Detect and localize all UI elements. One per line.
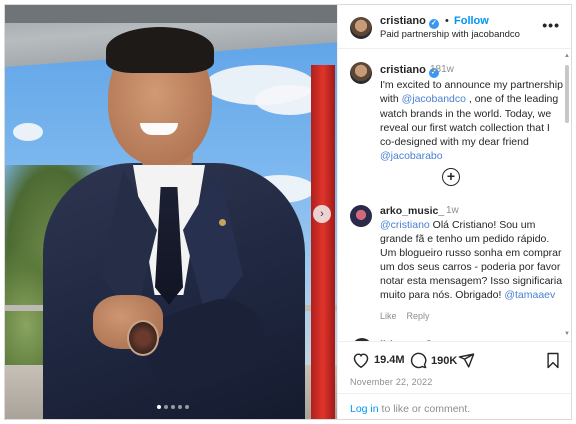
commenter-username[interactable]: arko_music_ — [380, 205, 444, 217]
carousel-dot — [157, 405, 161, 409]
scrollbar-thumb[interactable] — [565, 65, 569, 123]
cloud — [13, 123, 43, 141]
like-count[interactable]: 19.4M — [374, 354, 405, 366]
post-header: cristiano ✓ • Follow Paid partnership wit… — [338, 5, 571, 49]
verified-badge-icon: ✓ — [428, 19, 439, 29]
lapel-pin — [219, 219, 226, 226]
comment-timestamp[interactable]: 1w — [446, 205, 459, 216]
post-dialog: › cristiano ✓ • Follow Paid partnership w… — [4, 4, 572, 420]
login-prompt-suffix: to like or comment. — [378, 403, 471, 415]
like-comment-button[interactable]: Like — [380, 311, 397, 321]
smile — [140, 123, 178, 135]
mention-link[interactable]: @tamaaev — [504, 289, 555, 301]
post-photo[interactable]: › — [5, 5, 337, 419]
paid-partnership-label[interactable]: Paid partnership with jacobandco — [380, 29, 520, 40]
heart-icon[interactable] — [352, 352, 370, 368]
share-action — [458, 352, 475, 369]
login-prompt-text: Log in to like or comment. — [350, 403, 470, 415]
wristwatch — [127, 320, 159, 356]
carousel-dot — [171, 405, 175, 409]
like-action: 19.4M — [352, 352, 405, 368]
comment-actions: Like Reply — [380, 311, 430, 321]
post-details-panel: cristiano ✓ • Follow Paid partnership wit… — [337, 5, 571, 419]
chevron-right-icon: › — [320, 208, 324, 220]
login-link[interactable]: Log in — [350, 403, 379, 415]
mention-link[interactable]: @jacobarabo — [380, 150, 443, 162]
caption-author-avatar[interactable] — [350, 62, 372, 84]
comment-action: 190K — [410, 352, 457, 369]
roof-beam — [5, 5, 337, 23]
caption-text: I'm excited to announce my partnership w… — [380, 78, 564, 164]
comment-text: @cristiano Olá Cristiano! Sou um grande … — [380, 218, 564, 302]
commenter-avatar[interactable] — [350, 205, 372, 227]
comments-scroll-area[interactable]: cristiano ✓ 181w I'm excited to announce … — [338, 50, 566, 341]
caption-username-text[interactable]: cristiano — [380, 64, 426, 76]
bookmark-icon[interactable] — [546, 352, 560, 369]
caption-timestamp[interactable]: 181w — [430, 64, 454, 75]
carousel-next-button[interactable]: › — [313, 205, 331, 223]
author-username[interactable]: cristiano ✓ — [380, 15, 439, 29]
carousel-dot — [185, 405, 189, 409]
load-more-comments-button[interactable]: + — [442, 168, 460, 186]
paper-plane-icon[interactable] — [458, 352, 475, 369]
follow-button[interactable]: Follow — [454, 15, 489, 27]
author-avatar[interactable] — [350, 17, 372, 39]
comment-bubble-icon[interactable] — [410, 352, 427, 369]
login-prompt: Log in to like or comment. — [338, 393, 571, 419]
save-action — [546, 352, 560, 369]
red-pillar — [311, 65, 335, 419]
comment-count[interactable]: 190K — [431, 355, 457, 367]
scroll-up-arrow-icon[interactable]: ▲ — [564, 53, 570, 59]
scroll-down-arrow-icon[interactable]: ▼ — [564, 331, 570, 337]
mention-link[interactable]: @cristiano — [380, 219, 430, 231]
mention-link[interactable]: @jacobandco — [402, 93, 466, 105]
more-options-icon[interactable]: ••• — [542, 17, 560, 33]
carousel-dot — [178, 405, 182, 409]
carousel-dot — [164, 405, 168, 409]
post-date[interactable]: November 22, 2022 — [350, 377, 432, 387]
separator: • — [445, 15, 449, 27]
author-username-text[interactable]: cristiano — [380, 15, 426, 27]
carousel-dots — [157, 405, 189, 409]
reply-button[interactable]: Reply — [407, 311, 430, 321]
hair — [106, 27, 214, 73]
